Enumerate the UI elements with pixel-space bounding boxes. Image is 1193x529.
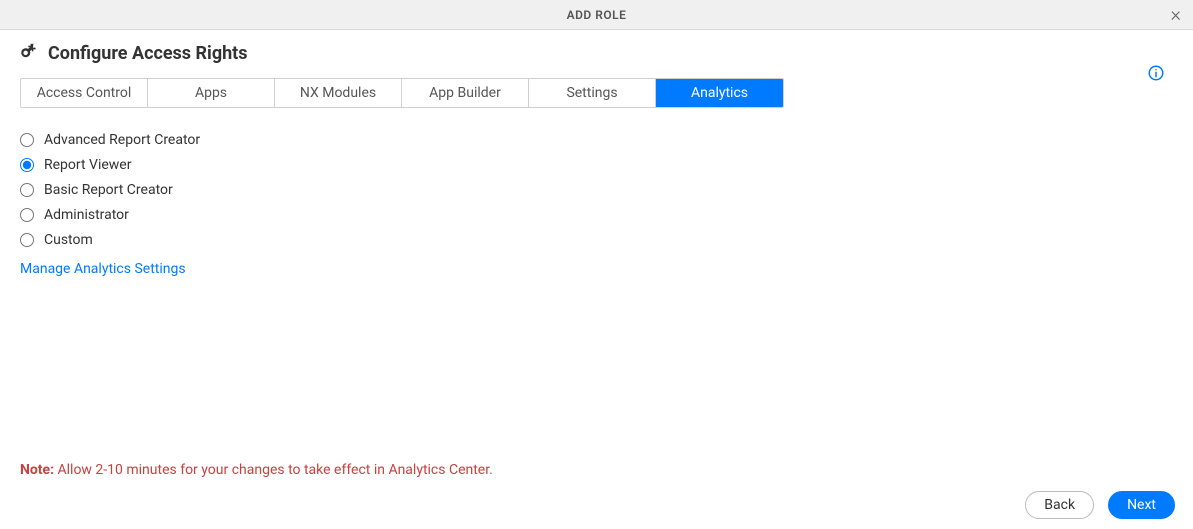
radio-custom[interactable]	[20, 233, 34, 247]
option-advanced-report-creator[interactable]: Advanced Report Creator	[20, 132, 1173, 148]
option-label[interactable]: Administrator	[44, 207, 129, 223]
option-custom[interactable]: Custom	[20, 232, 1173, 248]
back-button[interactable]: Back	[1025, 491, 1094, 519]
tabs: Access Control Apps NX Modules App Build…	[20, 78, 784, 108]
key-icon	[20, 42, 38, 64]
note-text: Allow 2-10 minutes for your changes to t…	[54, 462, 493, 478]
dialog-title: ADD ROLE	[567, 8, 627, 22]
dialog-content: Configure Access Rights Access Control A…	[0, 30, 1193, 277]
option-basic-report-creator[interactable]: Basic Report Creator	[20, 182, 1173, 198]
next-button[interactable]: Next	[1108, 491, 1175, 519]
tab-settings[interactable]: Settings	[529, 79, 656, 107]
option-report-viewer[interactable]: Report Viewer	[20, 157, 1173, 173]
tab-analytics[interactable]: Analytics	[656, 79, 783, 107]
section-header: Configure Access Rights	[20, 42, 1173, 64]
section-title: Configure Access Rights	[48, 43, 248, 64]
tab-app-builder[interactable]: App Builder	[402, 79, 529, 107]
option-label[interactable]: Basic Report Creator	[44, 182, 173, 198]
option-label[interactable]: Custom	[44, 232, 93, 248]
radio-advanced-report-creator[interactable]	[20, 133, 34, 147]
radio-basic-report-creator[interactable]	[20, 183, 34, 197]
option-label[interactable]: Advanced Report Creator	[44, 132, 200, 148]
footer-buttons: Back Next	[1025, 491, 1175, 519]
close-icon[interactable]: ×	[1171, 4, 1181, 24]
role-options: Advanced Report Creator Report Viewer Ba…	[20, 132, 1173, 248]
radio-administrator[interactable]	[20, 208, 34, 222]
option-administrator[interactable]: Administrator	[20, 207, 1173, 223]
radio-report-viewer[interactable]	[20, 158, 34, 172]
info-icon[interactable]	[1147, 64, 1165, 86]
note-label: Note:	[20, 462, 54, 478]
note: Note: Allow 2-10 minutes for your change…	[20, 462, 493, 478]
tab-access-control[interactable]: Access Control	[21, 79, 148, 107]
manage-analytics-link[interactable]: Manage Analytics Settings	[20, 261, 186, 277]
option-label[interactable]: Report Viewer	[44, 157, 131, 173]
tab-nx-modules[interactable]: NX Modules	[275, 79, 402, 107]
dialog-header: ADD ROLE ×	[0, 0, 1193, 30]
tab-apps[interactable]: Apps	[148, 79, 275, 107]
